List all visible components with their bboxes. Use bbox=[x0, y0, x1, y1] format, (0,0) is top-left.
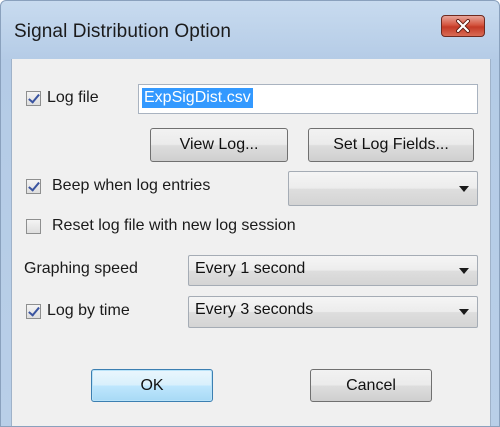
graphing-speed-label: Graphing speed bbox=[24, 260, 138, 277]
beep-checkbox[interactable] bbox=[26, 179, 41, 194]
view-log-button[interactable]: View Log... bbox=[150, 128, 288, 162]
graphing-speed-value: Every 1 second bbox=[195, 260, 306, 277]
chevron-down-icon bbox=[459, 185, 469, 192]
log-file-value: ExpSigDist.csv bbox=[142, 88, 253, 108]
log-by-time-checkbox[interactable] bbox=[26, 304, 41, 319]
close-icon bbox=[442, 16, 484, 36]
log-by-time-label: Log by time bbox=[47, 302, 130, 319]
log-by-time-select[interactable]: Every 3 seconds bbox=[188, 296, 478, 328]
log-file-checkbox[interactable] bbox=[26, 91, 41, 106]
ok-button[interactable]: OK bbox=[91, 369, 213, 402]
chevron-down-icon bbox=[459, 267, 469, 274]
beep-label: Beep when log entries bbox=[52, 177, 211, 194]
dialog-window: Signal Distribution Option Log file ExpS… bbox=[0, 0, 500, 427]
beep-select[interactable] bbox=[288, 171, 478, 206]
log-by-time-value: Every 3 seconds bbox=[195, 301, 314, 318]
reset-log-label: Reset log file with new log session bbox=[52, 217, 296, 234]
graphing-speed-select[interactable]: Every 1 second bbox=[188, 255, 478, 286]
log-file-label: Log file bbox=[47, 89, 99, 106]
set-log-fields-button[interactable]: Set Log Fields... bbox=[308, 128, 474, 162]
close-button[interactable] bbox=[441, 15, 485, 37]
title-bar[interactable]: Signal Distribution Option bbox=[1, 1, 499, 59]
reset-log-checkbox[interactable] bbox=[26, 219, 41, 234]
dialog-body: Log file ExpSigDist.csv View Log... Set … bbox=[11, 59, 491, 426]
log-file-input[interactable]: ExpSigDist.csv bbox=[138, 84, 478, 114]
chevron-down-icon bbox=[459, 309, 469, 315]
cancel-button[interactable]: Cancel bbox=[310, 369, 432, 402]
window-title: Signal Distribution Option bbox=[14, 21, 231, 42]
